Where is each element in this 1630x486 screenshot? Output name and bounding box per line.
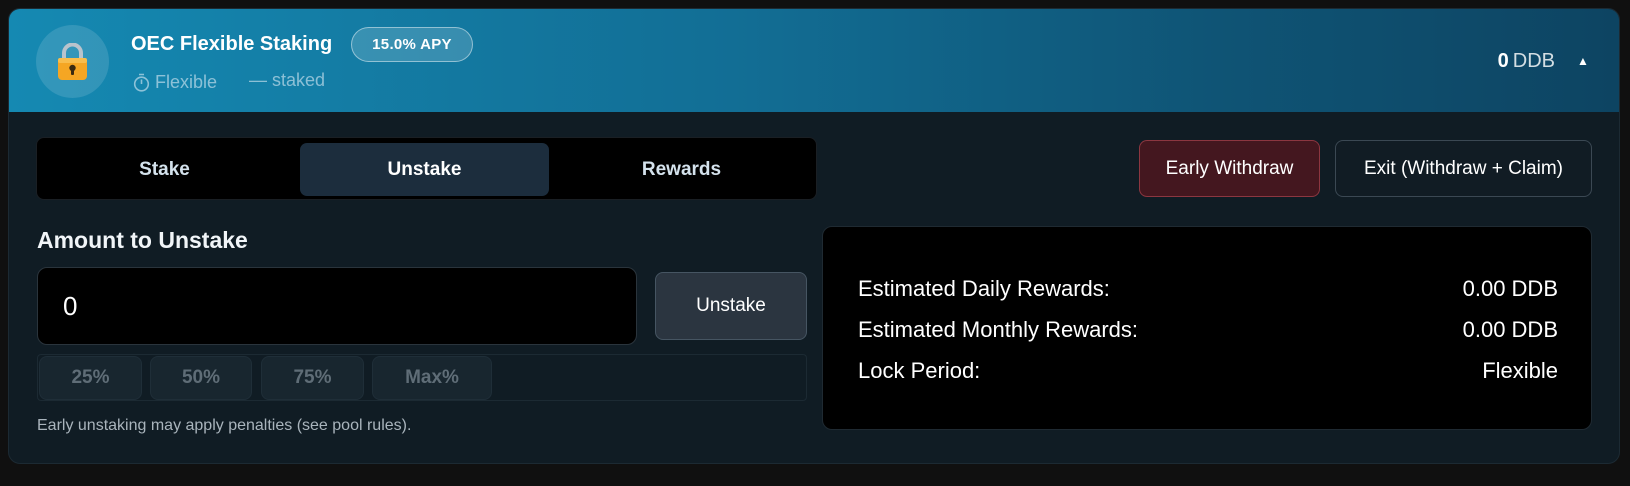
stat-value: 0.00 DDB	[1462, 276, 1558, 301]
stat-row: Lock Period: Flexible	[858, 358, 1558, 388]
unstake-amount-input[interactable]	[37, 267, 637, 345]
tab-unstake[interactable]: Unstake	[300, 143, 549, 196]
percent-max-button[interactable]: Max%	[372, 356, 492, 400]
pool-title: OEC Flexible Staking	[131, 33, 333, 55]
percent-buttons: 25% 50% 75% Max%	[37, 354, 807, 401]
stat-label: Estimated Monthly Rewards:	[858, 317, 1138, 342]
stat-value: Flexible	[1482, 358, 1558, 383]
exit-button[interactable]: Exit (Withdraw + Claim)	[1335, 140, 1592, 197]
pool-header[interactable]: OEC Flexible Staking 15.0% APY Flexible …	[9, 9, 1619, 112]
collapse-caret-icon[interactable]: ▲	[1571, 49, 1595, 73]
unstake-button[interactable]: Unstake	[655, 272, 807, 340]
percent-25-button[interactable]: 25%	[39, 356, 142, 400]
lock-type: Flexible	[133, 72, 217, 93]
staking-pool-card: OEC Flexible Staking 15.0% APY Flexible …	[8, 8, 1620, 464]
tab-rewards[interactable]: Rewards	[557, 143, 806, 196]
percent-50-button[interactable]: 50%	[150, 356, 252, 400]
early-withdraw-button[interactable]: Early Withdraw	[1139, 140, 1320, 197]
stopwatch-icon	[133, 73, 150, 92]
tab-stake[interactable]: Stake	[40, 143, 289, 196]
padlock-icon	[36, 25, 109, 98]
balance-unit: DDB	[1512, 50, 1555, 72]
rewards-estimate-panel: Estimated Daily Rewards: 0.00 DDB Estima…	[822, 226, 1592, 430]
apy-badge: 15.0% APY	[351, 27, 473, 62]
stat-row: Estimated Daily Rewards: 0.00 DDB	[858, 276, 1558, 306]
stat-label: Estimated Daily Rewards:	[858, 276, 1110, 301]
pool-balance: 0 DDB	[1498, 50, 1555, 73]
stat-row: Estimated Monthly Rewards: 0.00 DDB	[858, 317, 1558, 347]
percent-75-button[interactable]: 75%	[261, 356, 364, 400]
action-tabs: Stake Unstake Rewards	[36, 137, 817, 200]
balance-amount: 0	[1497, 50, 1509, 72]
stat-value: 0.00 DDB	[1462, 317, 1558, 342]
lock-type-label: Flexible	[155, 72, 218, 92]
staked-amount: — staked	[249, 70, 326, 90]
amount-label: Amount to Unstake	[37, 227, 248, 253]
stat-label: Lock Period:	[858, 358, 981, 383]
penalty-note: Early unstaking may apply penalties (see…	[37, 417, 412, 434]
